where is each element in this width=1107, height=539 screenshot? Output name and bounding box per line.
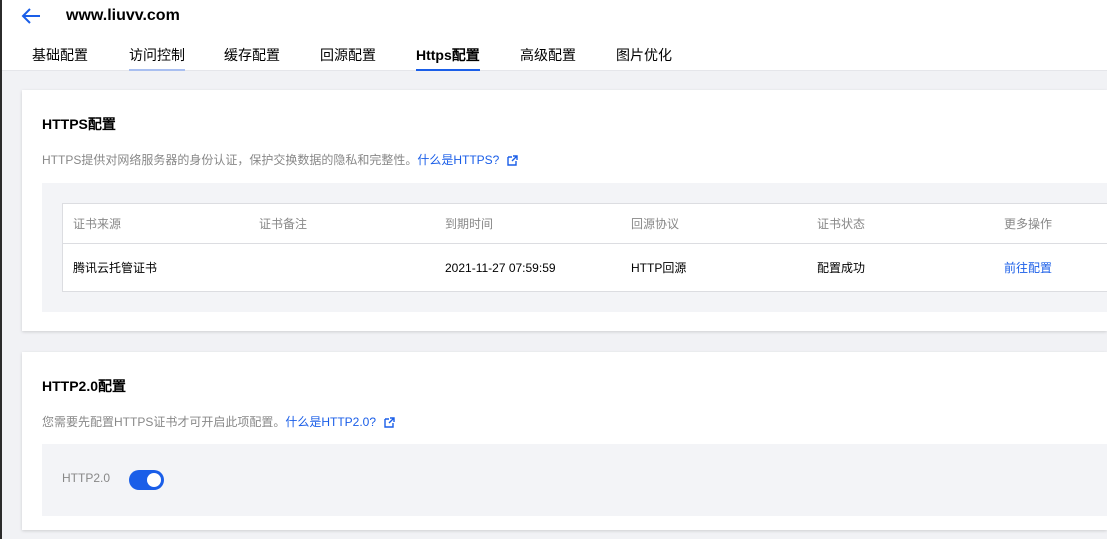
col-origin-protocol: 回源协议 [631,217,680,231]
col-cert-source: 证书来源 [73,217,122,231]
cell-expire-time: 2021-11-27 07:59:59 [445,261,556,275]
config-tabs: 基础配置 访问控制 缓存配置 回源配置 Https配置 高级配置 图片优化 [2,44,1107,71]
col-cert-note: 证书备注 [259,217,308,231]
cell-cert-source: 腾讯云托管证书 [73,261,158,275]
https-card-title: HTTPS配置 [42,116,116,132]
cert-table-header: 证书来源 证书备注 到期时间 回源协议 证书状态 更多操作 [63,204,1107,244]
what-is-http2-link[interactable]: 什么是HTTP2.0? [285,415,376,429]
http2-desc-text: 您需要先配置HTTPS证书才可开启此项配置。 [42,415,286,429]
page-header: www.liuvv.com 基础配置 访问控制 缓存配置 回源配置 Https配… [2,0,1107,71]
col-cert-status: 证书状态 [817,217,866,231]
https-card-desc: HTTPS提供对网络服务器的身份认证，保护交换数据的隐私和完整性。什么是HTTP… [42,151,519,168]
cert-table: 证书来源 证书备注 到期时间 回源协议 证书状态 更多操作 腾讯云托管证书 20… [62,203,1107,292]
cell-origin-protocol: HTTP回源 [631,261,687,275]
external-link-icon[interactable] [384,417,395,428]
tab-basic[interactable]: 基础配置 [32,44,88,71]
col-expire-time: 到期时间 [445,217,494,231]
http2-toggle-switch[interactable] [129,470,164,490]
https-config-card: HTTPS配置 HTTPS提供对网络服务器的身份认证，保护交换数据的隐私和完整性… [22,90,1107,331]
toggle-knob [147,473,161,487]
tab-https[interactable]: Https配置 [416,44,480,71]
col-more-actions: 更多操作 [1004,217,1053,231]
cell-cert-status: 配置成功 [817,261,866,275]
window-edge [0,0,2,539]
external-link-icon[interactable] [507,155,519,166]
tab-advanced[interactable]: 高级配置 [520,44,576,71]
https-desc-text: HTTPS提供对网络服务器的身份认证，保护交换数据的隐私和完整性。 [42,153,418,167]
http2-card-desc: 您需要先配置HTTPS证书才可开启此项配置。什么是HTTP2.0? [42,413,395,430]
tab-cache[interactable]: 缓存配置 [224,44,280,71]
http2-panel: HTTP2.0 [42,444,1107,516]
http2-config-card: HTTP2.0配置 您需要先配置HTTPS证书才可开启此项配置。什么是HTTP2… [22,352,1107,530]
cert-panel: 证书来源 证书备注 到期时间 回源协议 证书状态 更多操作 腾讯云托管证书 20… [42,183,1107,312]
tab-access-control[interactable]: 访问控制 [129,44,185,71]
back-button[interactable] [20,6,42,26]
what-is-https-link[interactable]: 什么是HTTPS? [417,153,499,167]
http2-card-title: HTTP2.0配置 [42,378,127,394]
http2-toggle-label: HTTP2.0 [62,471,111,485]
site-title: www.liuvv.com [66,7,180,24]
tab-image-optimize[interactable]: 图片优化 [616,44,672,71]
arrow-left-icon [21,8,40,24]
goto-config-link[interactable]: 前往配置 [1004,244,1052,292]
tab-origin[interactable]: 回源配置 [320,44,376,71]
